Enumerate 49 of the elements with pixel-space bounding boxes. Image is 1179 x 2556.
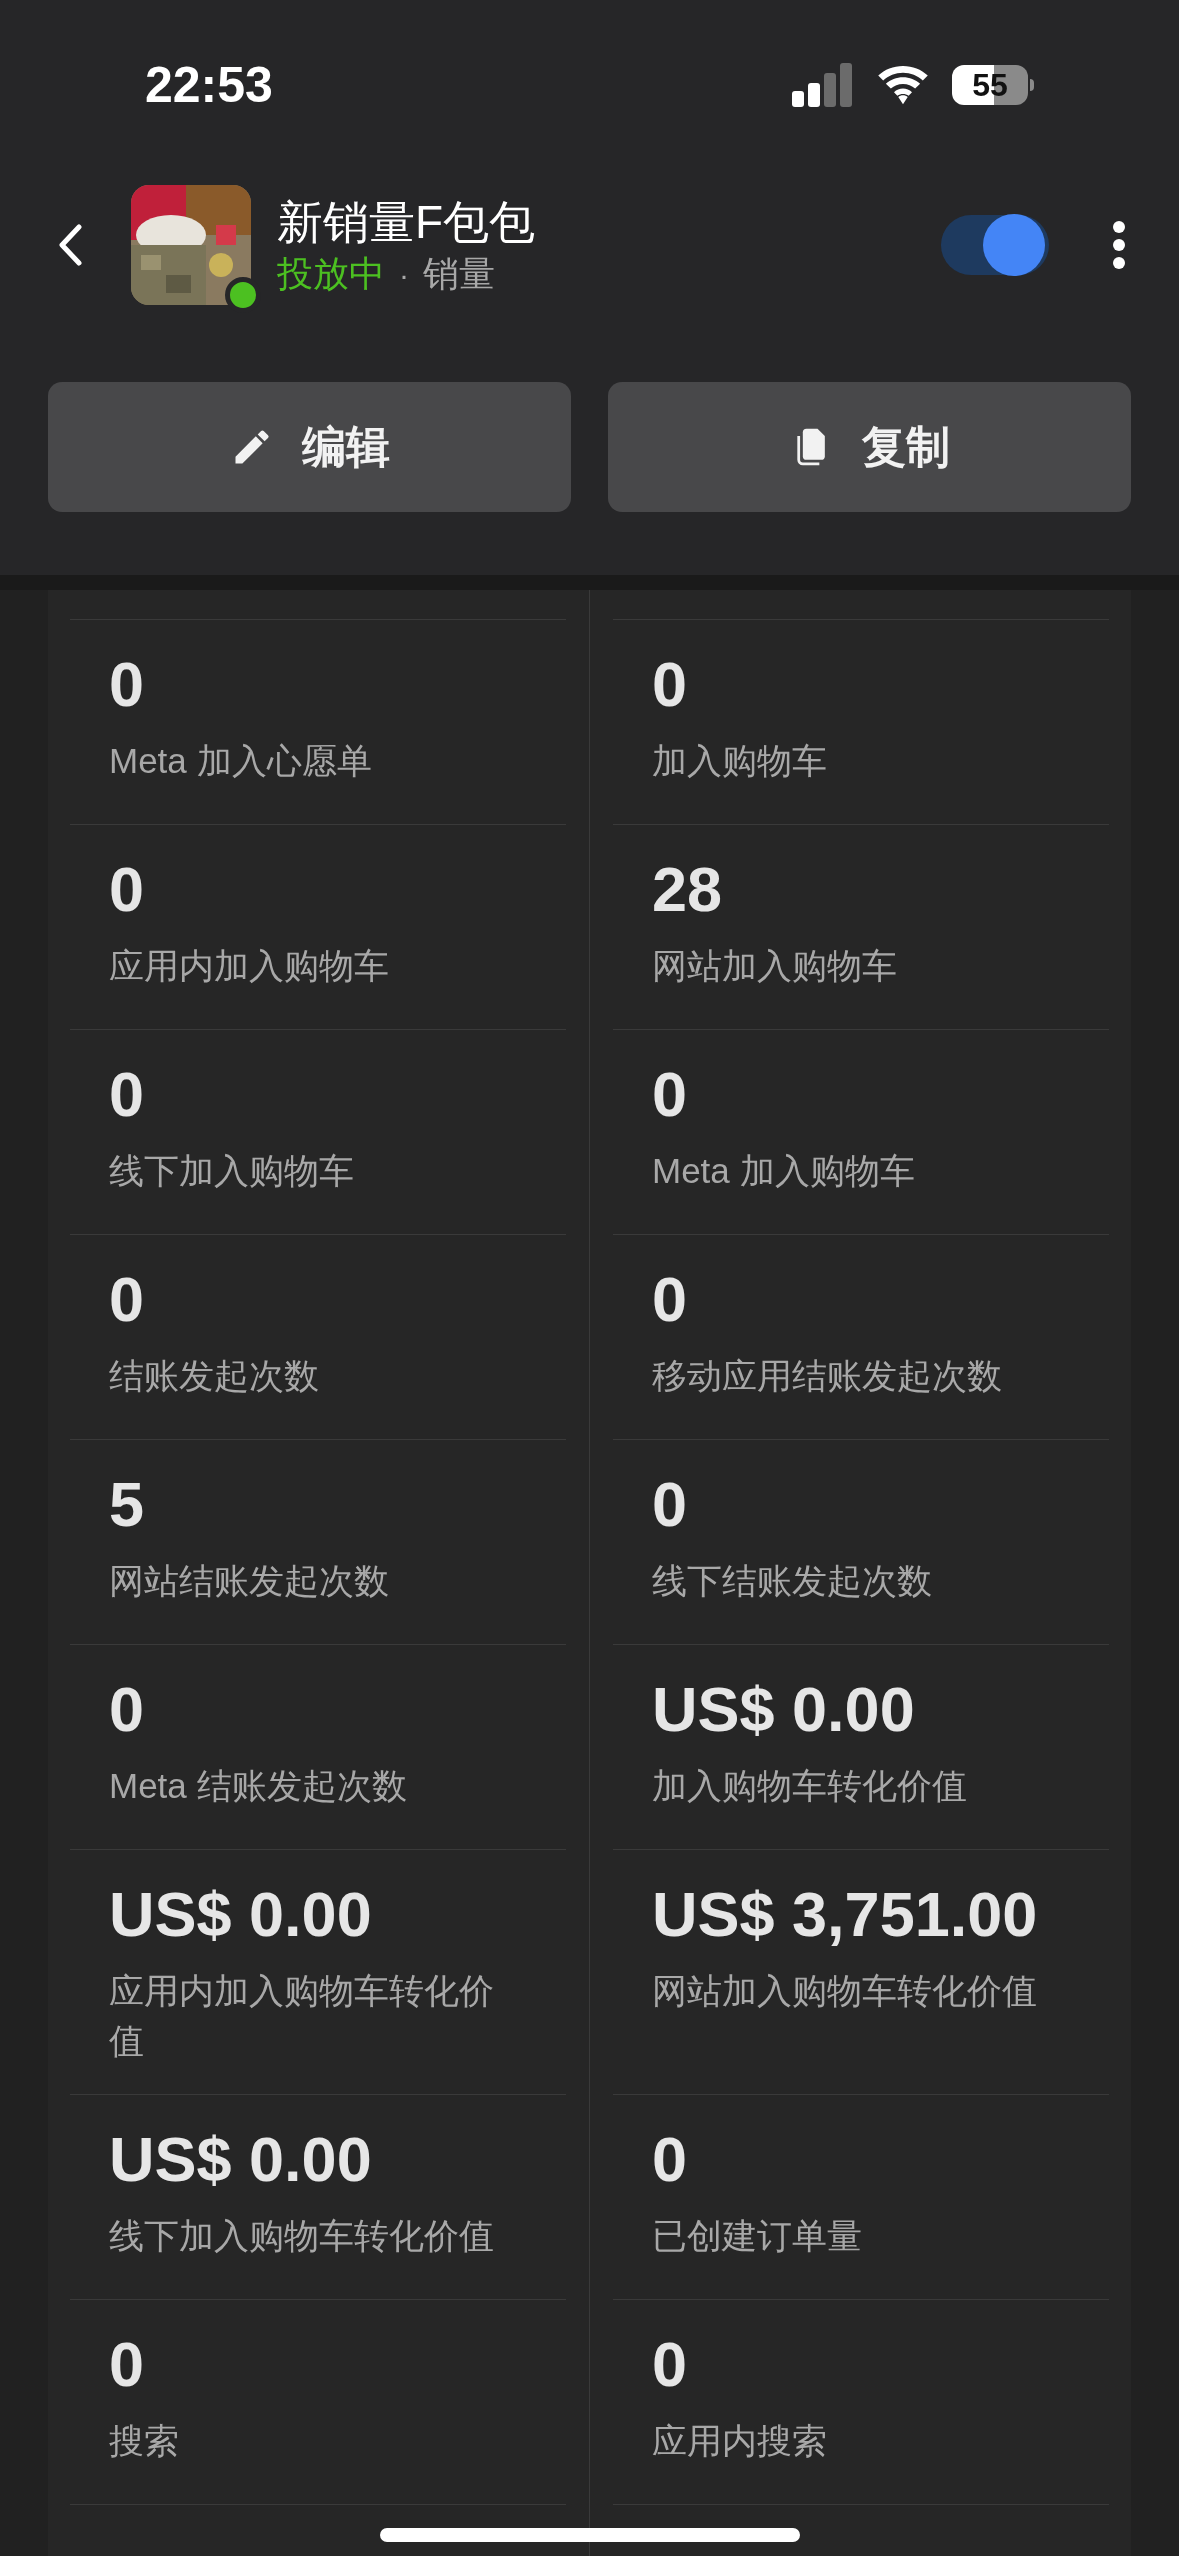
metric-value: 0 bbox=[109, 1263, 146, 1335]
metric-value: 0 bbox=[109, 1058, 146, 1130]
metric-label: 线下加入购物车转化价值 bbox=[109, 2215, 495, 2257]
toggle-switch[interactable] bbox=[941, 215, 1049, 275]
signal-icon bbox=[792, 63, 854, 107]
metric-label: 加入购物车 bbox=[652, 740, 828, 782]
campaign-title: 新销量F包包 bbox=[277, 195, 536, 250]
metric-label: 搜索 bbox=[109, 2420, 180, 2462]
metric-value: 0 bbox=[109, 2328, 146, 2400]
metric-label: 应用内加入购物车 bbox=[109, 945, 390, 987]
metric-label: 加入购物车转化价值 bbox=[652, 1765, 968, 1807]
metric-value: US$ 0.00 bbox=[652, 1673, 916, 1745]
metric-label: Meta 结账发起次数 bbox=[109, 1765, 408, 1807]
more-icon bbox=[1112, 220, 1126, 270]
edit-button[interactable]: 编辑 bbox=[48, 382, 571, 512]
metric-value: 0 bbox=[109, 1673, 146, 1745]
metric-value: 0 bbox=[652, 648, 689, 720]
copy-button[interactable]: 复制 bbox=[608, 382, 1131, 512]
metric-value: 0 bbox=[652, 1263, 689, 1335]
metric-label: 移动应用结账发起次数 bbox=[652, 1355, 1003, 1397]
separator-dot: · bbox=[399, 256, 409, 293]
metric-value: 0 bbox=[109, 853, 146, 925]
metric-value: 0 bbox=[652, 1058, 689, 1130]
metric-value: 0 bbox=[652, 2123, 689, 2195]
metric-label: Meta 加入心愿单 bbox=[109, 740, 373, 782]
metric-value: 0 bbox=[652, 2328, 689, 2400]
metric-label: 应用内加入购物车转化价值 bbox=[109, 1970, 495, 2062]
metric-value: 0 bbox=[109, 648, 146, 720]
metric-value: US$ 0.00 bbox=[109, 1878, 373, 1950]
metric-value: US$ 0.00 bbox=[109, 2123, 373, 2195]
metric-label: Meta 加入购物车 bbox=[652, 1150, 916, 1192]
metric-value: 5 bbox=[109, 1468, 146, 1540]
metric-label: 线下结账发起次数 bbox=[652, 1560, 933, 1602]
status-time: 22:53 bbox=[145, 55, 273, 115]
metric-value: 28 bbox=[652, 853, 724, 925]
metric-label: 线下加入购物车 bbox=[109, 1150, 355, 1192]
objective-label: 销量 bbox=[423, 252, 495, 296]
metric-value: US$ 3,751.00 bbox=[652, 1878, 1039, 1950]
delivery-status: 投放中 bbox=[277, 252, 385, 296]
metric-label: 网站加入购物车 bbox=[652, 945, 898, 987]
metric-label: 已创建订单量 bbox=[652, 2215, 863, 2257]
back-icon bbox=[57, 223, 83, 267]
battery-level: 55 bbox=[952, 65, 1028, 105]
metric-value: 0 bbox=[652, 1468, 689, 1540]
metric-label: 网站加入购物车转化价值 bbox=[652, 1970, 1038, 2012]
metric-label: 结账发起次数 bbox=[109, 1355, 320, 1397]
wifi-icon bbox=[876, 64, 930, 106]
metric-label: 应用内搜索 bbox=[652, 2420, 828, 2462]
metric-label: 网站结账发起次数 bbox=[109, 1560, 390, 1602]
